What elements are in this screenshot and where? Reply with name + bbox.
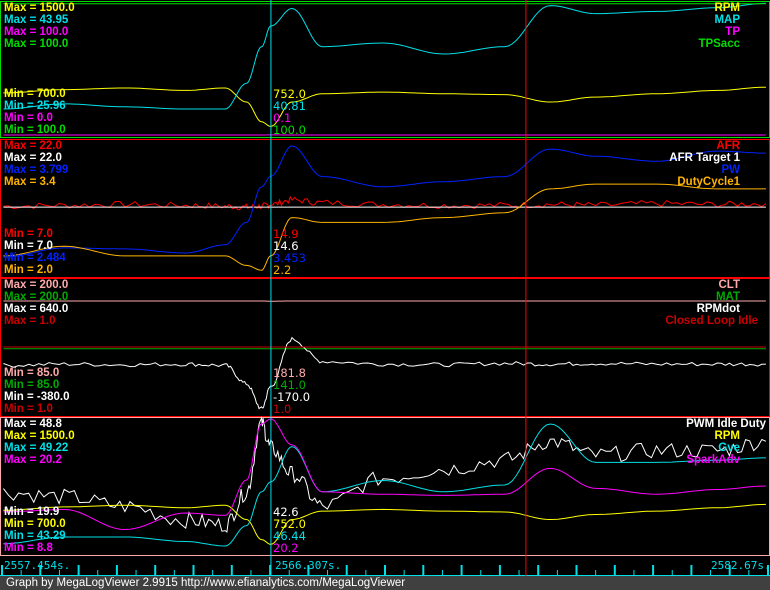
min-label: Min = 19.9 [4,506,60,518]
max-label: Max = 20.2 [4,454,62,466]
max-label: Max = 22.0 [4,140,62,152]
min-label: Min = 7.0 [4,228,53,240]
series-name: MAT [715,291,740,303]
min-label: Min = 2.484 [4,252,66,264]
series-name: TPSacc [698,38,740,50]
trace-pwm-idle-duty [3,416,767,533]
trace-afr [3,195,767,211]
series-name: AFR [716,140,740,152]
series-name: PWM Idle Duty [686,418,766,430]
max-label: Max = 1500.0 [4,2,75,14]
panel-border [0,417,770,556]
max-label: Max = 3.4 [4,176,56,188]
min-label: Min = 2.0 [4,264,53,276]
min-label: Min = 8.8 [4,542,53,554]
series-name: CLT [718,279,740,291]
series-name: AFR Target 1 [669,152,740,164]
footer-credit: Graph by MegaLogViewer 2.9915 http://www… [0,576,770,590]
series-name: RPMdot [696,303,740,315]
panel-border [0,1,770,138]
max-label: Max = 200.0 [4,291,69,303]
min-label: Min = -380.0 [4,391,70,403]
min-label: Min = 700.0 [4,88,66,100]
trace-rpm [3,503,766,545]
min-label: Min = 85.0 [4,379,60,391]
series-name: MAP [714,14,740,26]
max-label: Max = 100.0 [4,26,69,38]
cursor-value: 20.2 [273,541,299,555]
min-label: Min = 7.0 [4,240,53,252]
max-label: Max = 200.0 [4,279,69,291]
series-name: Closed Loop Idle [665,315,758,327]
max-label: Max = 43.95 [4,14,69,26]
min-label: Min = 25.96 [4,100,66,112]
series-name: RPM [714,430,740,442]
trace-dutycycle1 [3,183,766,271]
min-label: Min = 1.0 [4,403,53,415]
trace-sparkadv [3,418,766,531]
time-start-label: 2557.454s. [4,559,71,572]
panel-border [0,139,770,278]
trace-gve [3,423,766,547]
min-label: Min = 100.0 [4,124,66,136]
max-label: Max = 48.8 [4,418,62,430]
cursor-value: 100.0 [273,123,306,137]
min-label: Min = 43.29 [4,530,66,542]
min-label: Min = 0.0 [4,112,53,124]
time-end-label: 2582.67s. [711,559,770,572]
series-name: DutyCycle1 [677,176,740,188]
log-graph[interactable]: Max = 1500.0 Min = 700.0 752.0 RPM Max = 43.… [0,0,770,590]
series-name: PW [721,164,740,176]
series-name: Gve [718,442,740,454]
max-label: Max = 49.22 [4,442,69,454]
max-label: Max = 640.0 [4,303,69,315]
cursor-value: 1.0 [273,402,292,416]
max-label: Max = 22.0 [4,152,62,164]
series-name: SparkAdv [686,454,740,466]
series-name: TP [725,26,740,38]
max-label: Max = 100.0 [4,38,69,50]
trace-map [3,2,766,110]
graph-canvas[interactable] [0,0,770,590]
min-label: Min = 700.0 [4,518,66,530]
max-label: Max = 1500.0 [4,430,75,442]
time-cursor-label: 2566.307s. [275,559,342,572]
cursor-value: 2.2 [273,263,292,277]
series-name: RPM [714,2,740,14]
max-label: Max = 1.0 [4,315,56,327]
min-label: Min = 85.0 [4,367,60,379]
max-label: Max = 3.799 [4,164,69,176]
